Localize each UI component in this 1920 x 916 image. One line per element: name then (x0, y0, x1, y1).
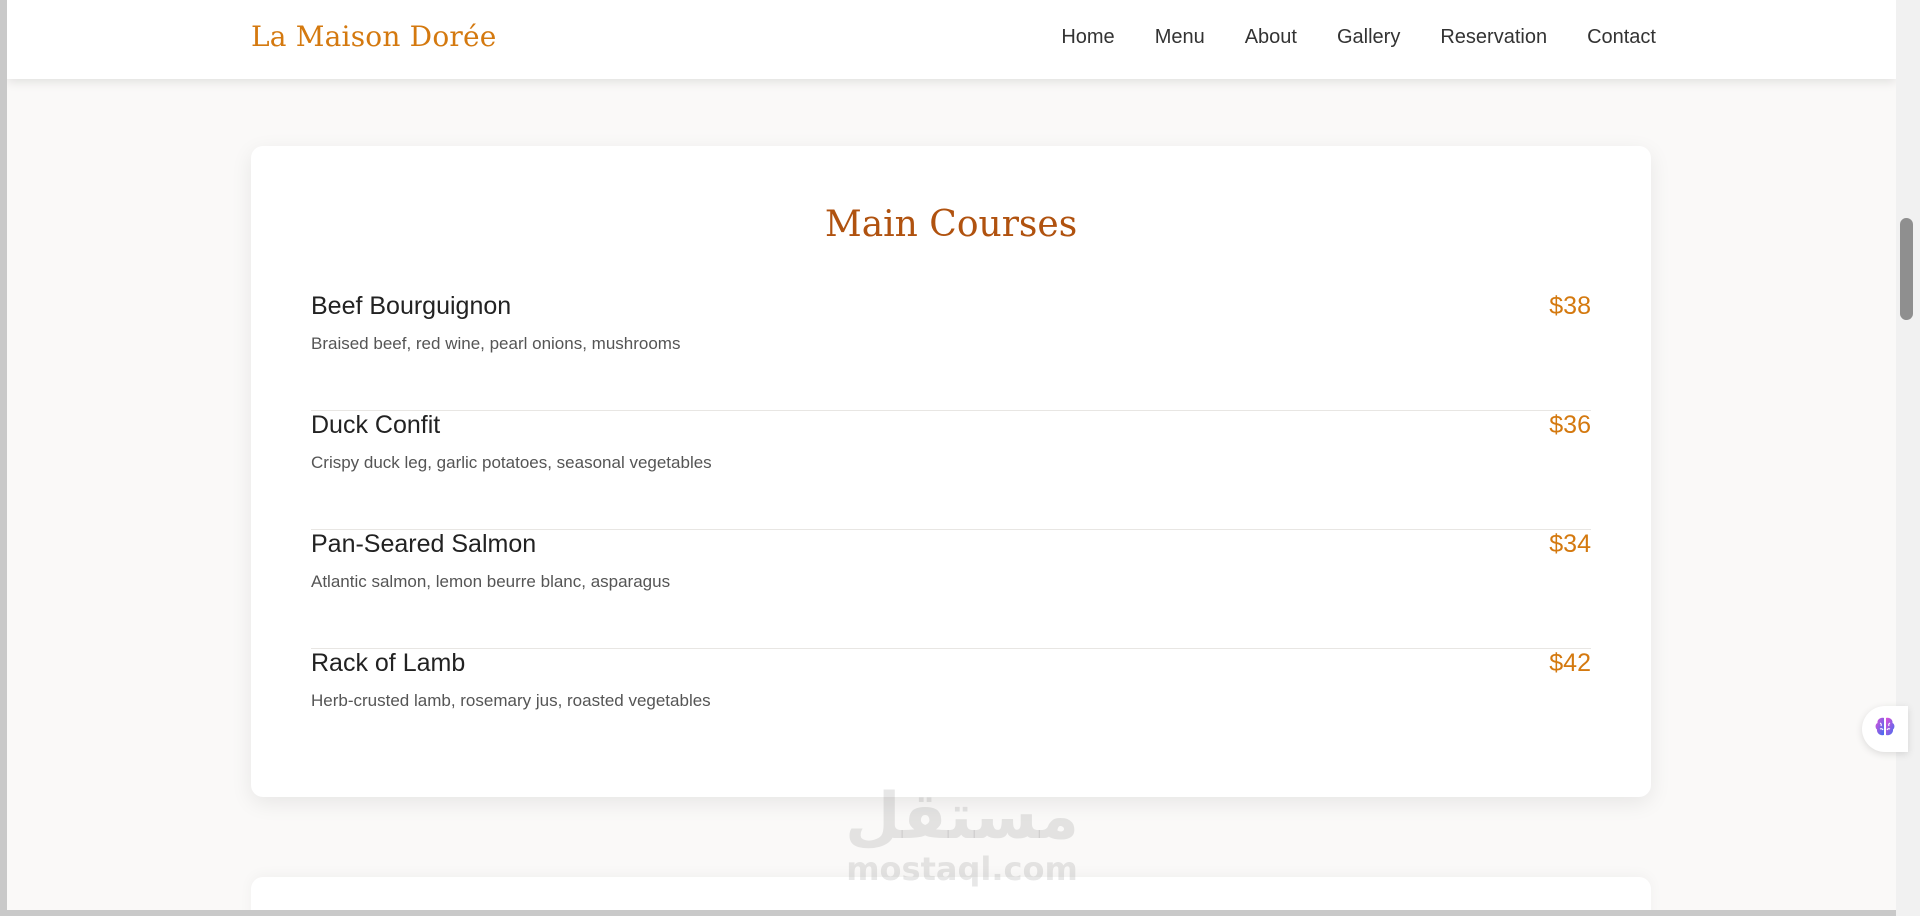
watermark: مستقل mostaql.com (842, 782, 1082, 886)
brand-logo[interactable]: La Maison Dorée (251, 20, 497, 53)
menu-item-name: Rack of Lamb (311, 649, 466, 677)
menu-item-price: $36 (1549, 411, 1591, 439)
scrollbar-thumb[interactable] (1900, 218, 1913, 320)
menu-item: Duck Confit Crispy duck leg, garlic pota… (311, 411, 1591, 530)
main-nav: Home Menu About Gallery Reservation Cont… (1061, 26, 1656, 49)
nav-gallery[interactable]: Gallery (1337, 26, 1400, 49)
nav-menu[interactable]: Menu (1155, 26, 1205, 49)
nav-contact[interactable]: Contact (1587, 26, 1656, 49)
menu-item-description: Herb-crusted lamb, rosemary jus, roasted… (311, 691, 711, 710)
menu-item: Pan-Seared Salmon Atlantic salmon, lemon… (311, 530, 1591, 649)
menu-item-name: Pan-Seared Salmon (311, 530, 537, 558)
menu-list: Beef Bourguignon Braised beef, red wine,… (311, 292, 1591, 768)
site-header: La Maison Dorée Home Menu About Gallery … (7, 0, 1896, 79)
section-title: Main Courses (824, 204, 1078, 245)
menu-item-description: Atlantic salmon, lemon beurre blanc, asp… (311, 572, 671, 591)
menu-item-name: Beef Bourguignon (311, 292, 512, 320)
nav-home[interactable]: Home (1061, 26, 1114, 49)
menu-card-main-courses: Main Courses Beef Bourguignon Braised be… (251, 146, 1651, 797)
menu-item-description: Crispy duck leg, garlic potatoes, season… (311, 453, 712, 472)
menu-item: Rack of Lamb Herb-crusted lamb, rosemary… (311, 649, 1591, 768)
menu-item-price: $34 (1549, 530, 1591, 558)
menu-item: Beef Bourguignon Braised beef, red wine,… (311, 292, 1591, 411)
nav-reservation[interactable]: Reservation (1440, 26, 1547, 49)
page-viewport: La Maison Dorée Home Menu About Gallery … (7, 0, 1896, 910)
menu-item-name: Duck Confit (311, 411, 441, 439)
menu-item-description: Braised beef, red wine, pearl onions, mu… (311, 334, 681, 353)
menu-item-price: $38 (1549, 292, 1591, 320)
assistant-float-button[interactable] (1862, 706, 1908, 752)
watermark-arabic: مستقل (844, 780, 1080, 854)
menu-item-price: $42 (1549, 649, 1591, 677)
watermark-latin: mostaql.com (846, 850, 1078, 888)
brain-icon (1872, 714, 1898, 745)
nav-about[interactable]: About (1245, 26, 1297, 49)
scrollbar-track[interactable] (1896, 0, 1920, 916)
